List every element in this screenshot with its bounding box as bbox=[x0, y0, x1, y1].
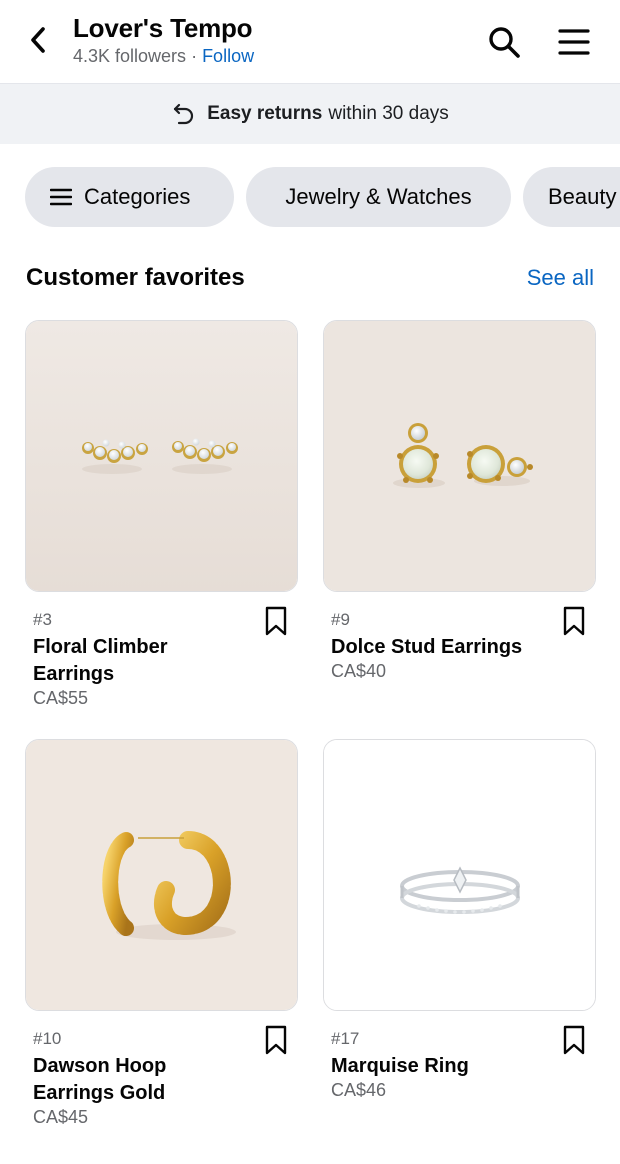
chip-beauty[interactable]: Beauty bbox=[523, 167, 620, 227]
search-button[interactable] bbox=[484, 22, 524, 62]
product-rank: #10 bbox=[33, 1029, 62, 1048]
bookmark-icon bbox=[265, 1025, 287, 1055]
chip-label: Beauty bbox=[548, 184, 617, 209]
product-image[interactable] bbox=[25, 739, 298, 1011]
category-chips: Categories Jewelry & Watches Beauty bbox=[0, 167, 620, 227]
shop-header: Lover's Tempo 4.3K followers · Follow bbox=[0, 0, 620, 84]
product-card[interactable]: #3 Floral Climber Earrings CA$55 bbox=[25, 320, 298, 708]
bookmark-button[interactable] bbox=[262, 604, 290, 638]
bookmark-icon bbox=[563, 606, 585, 636]
shop-meta: 4.3K followers · Follow bbox=[73, 46, 254, 67]
product-price: CA$46 bbox=[331, 1080, 387, 1100]
product-name[interactable]: Dolce Stud Earrings bbox=[331, 634, 591, 661]
product-image[interactable] bbox=[323, 320, 596, 592]
return-arrow-icon bbox=[171, 101, 197, 127]
list-icon bbox=[50, 188, 72, 206]
back-button[interactable] bbox=[22, 24, 54, 56]
chevron-left-icon bbox=[31, 27, 45, 53]
product-name[interactable]: Floral Climber Earrings bbox=[33, 634, 253, 688]
menu-button[interactable] bbox=[554, 22, 594, 62]
chip-jewelry-watches[interactable]: Jewelry & Watches bbox=[246, 167, 511, 227]
follow-link[interactable]: Follow bbox=[202, 46, 254, 66]
returns-banner: Easy returns within 30 days bbox=[0, 84, 620, 144]
see-all-link[interactable]: See all bbox=[527, 265, 594, 291]
product-image[interactable] bbox=[323, 739, 596, 1011]
meta-separator: · bbox=[186, 46, 203, 66]
search-icon bbox=[489, 27, 520, 58]
chip-label: Categories bbox=[84, 184, 191, 209]
product-name[interactable]: Dawson Hoop Earrings Gold bbox=[33, 1053, 253, 1107]
bookmark-button[interactable] bbox=[560, 1023, 588, 1057]
returns-text: within 30 days bbox=[328, 103, 449, 124]
chip-categories[interactable]: Categories bbox=[25, 167, 234, 227]
shop-title: Lover's Tempo bbox=[73, 13, 253, 43]
product-price: CA$40 bbox=[331, 661, 387, 681]
bookmark-button[interactable] bbox=[262, 1023, 290, 1057]
bookmark-button[interactable] bbox=[560, 604, 588, 638]
product-price: CA$45 bbox=[33, 1107, 89, 1127]
bookmark-icon bbox=[265, 606, 287, 636]
product-image[interactable] bbox=[25, 320, 298, 592]
product-rank: #9 bbox=[331, 610, 350, 629]
hamburger-menu-icon bbox=[558, 29, 590, 55]
followers-count: 4.3K followers bbox=[73, 46, 187, 66]
chip-label: Jewelry & Watches bbox=[285, 184, 472, 209]
product-card[interactable]: #9 Dolce Stud Earrings CA$40 bbox=[323, 320, 596, 681]
section-title: Customer favorites bbox=[26, 264, 245, 291]
product-rank: #17 bbox=[331, 1029, 360, 1048]
product-rank: #3 bbox=[33, 610, 52, 629]
product-card[interactable]: #10 Dawson Hoop Earrings Gold CA$45 bbox=[25, 739, 298, 1127]
bookmark-icon bbox=[563, 1025, 585, 1055]
product-price: CA$55 bbox=[33, 688, 89, 708]
product-card[interactable]: #17 Marquise Ring CA$46 bbox=[323, 739, 596, 1100]
returns-bold-text: Easy returns bbox=[207, 103, 323, 124]
product-name[interactable]: Marquise Ring bbox=[331, 1053, 591, 1080]
